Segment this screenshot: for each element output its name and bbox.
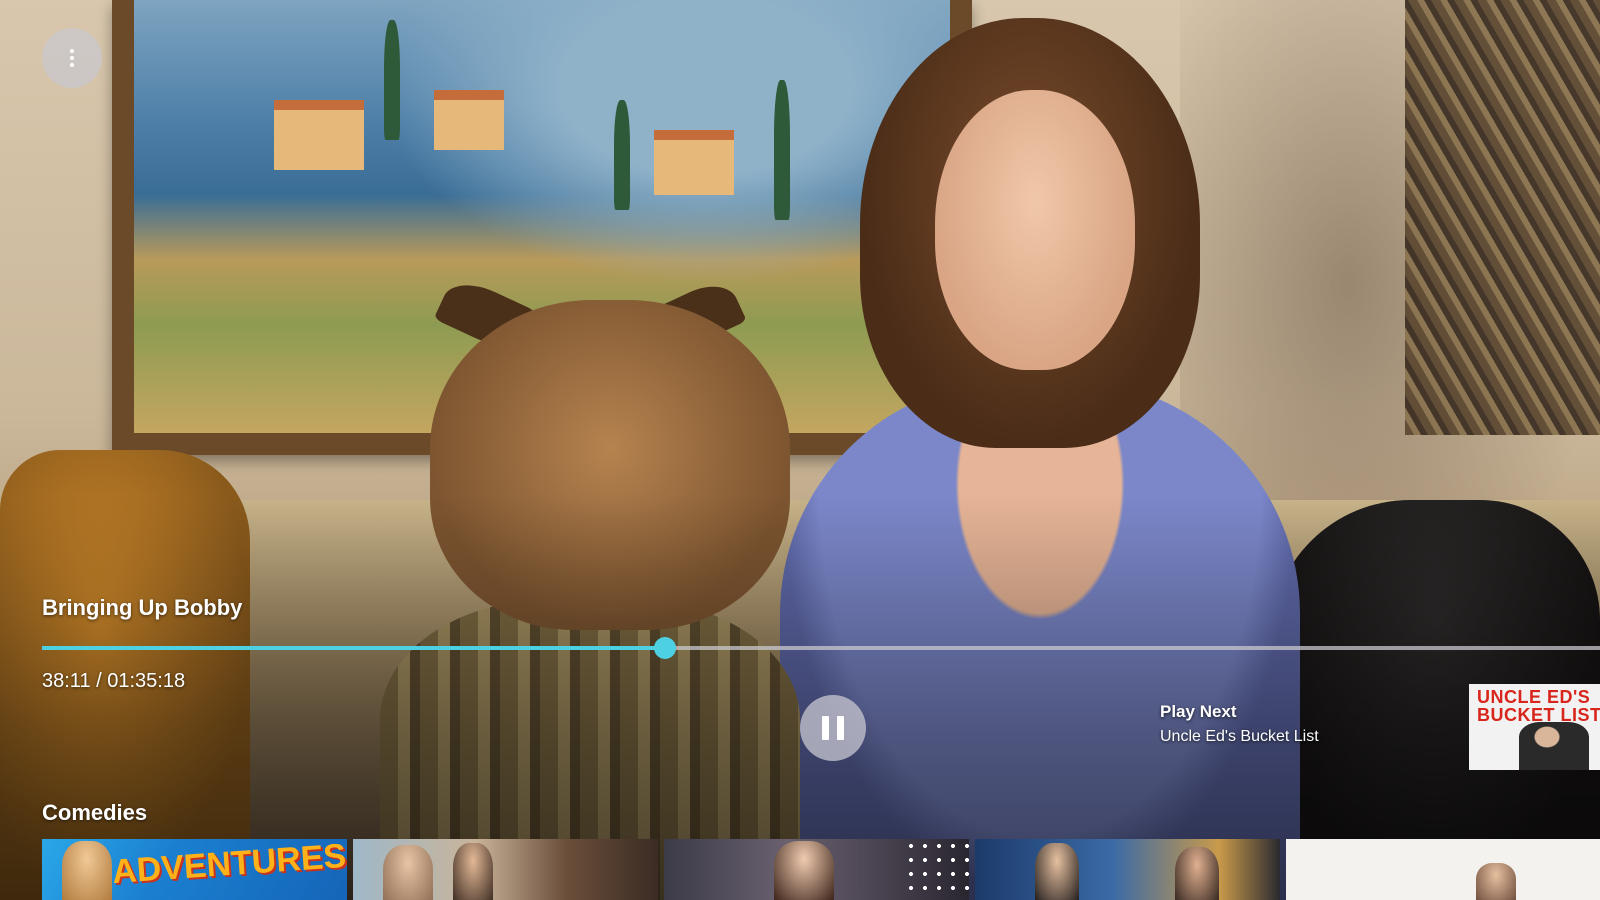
play-next-thumbnail[interactable]: UNCLE ED'S BUCKET LIST (1469, 684, 1600, 770)
more-options-button[interactable] (42, 28, 102, 88)
video-frame (0, 0, 1600, 900)
overlay-gradient (0, 0, 1600, 900)
poster-figure (774, 841, 834, 900)
seek-bar-progress (42, 646, 666, 650)
video-title: Bringing Up Bobby (42, 595, 243, 620)
row-card-4[interactable] (975, 839, 1280, 900)
poster-figure (1175, 847, 1219, 900)
more-vertical-icon (70, 49, 74, 67)
poster-title-art: ADVENTURES (110, 839, 347, 892)
row-card-2[interactable] (353, 839, 658, 900)
row-card-3[interactable] (664, 839, 969, 900)
playback-time: 38:11 / 01:35:18 (42, 670, 186, 692)
row-card-1[interactable]: ADVENTURES (42, 839, 347, 900)
play-next-title: Uncle Ed's Bucket List (1160, 728, 1319, 745)
play-next-info[interactable]: Play Next Uncle Ed's Bucket List (1160, 702, 1319, 746)
pause-icon (822, 716, 829, 740)
seek-bar-thumb[interactable] (654, 637, 677, 659)
poster-figure (62, 841, 112, 900)
poster-title-art: UNCLE ED'S BUCKET LIST (1477, 687, 1600, 725)
poster-figure (1519, 722, 1589, 770)
row-title: Comedies (42, 800, 148, 825)
poster-lights (904, 839, 969, 900)
poster-figure (1476, 863, 1516, 900)
pause-button[interactable] (800, 695, 866, 761)
play-next-label: Play Next (1160, 702, 1237, 721)
seek-bar[interactable] (42, 637, 1600, 659)
poster-figure (1035, 843, 1079, 900)
comedies-row: ADVENTURES (42, 839, 1600, 900)
poster-figure (453, 843, 493, 900)
poster-figure (383, 845, 433, 900)
row-card-5[interactable] (1286, 839, 1600, 900)
pause-icon-bar (837, 716, 844, 740)
